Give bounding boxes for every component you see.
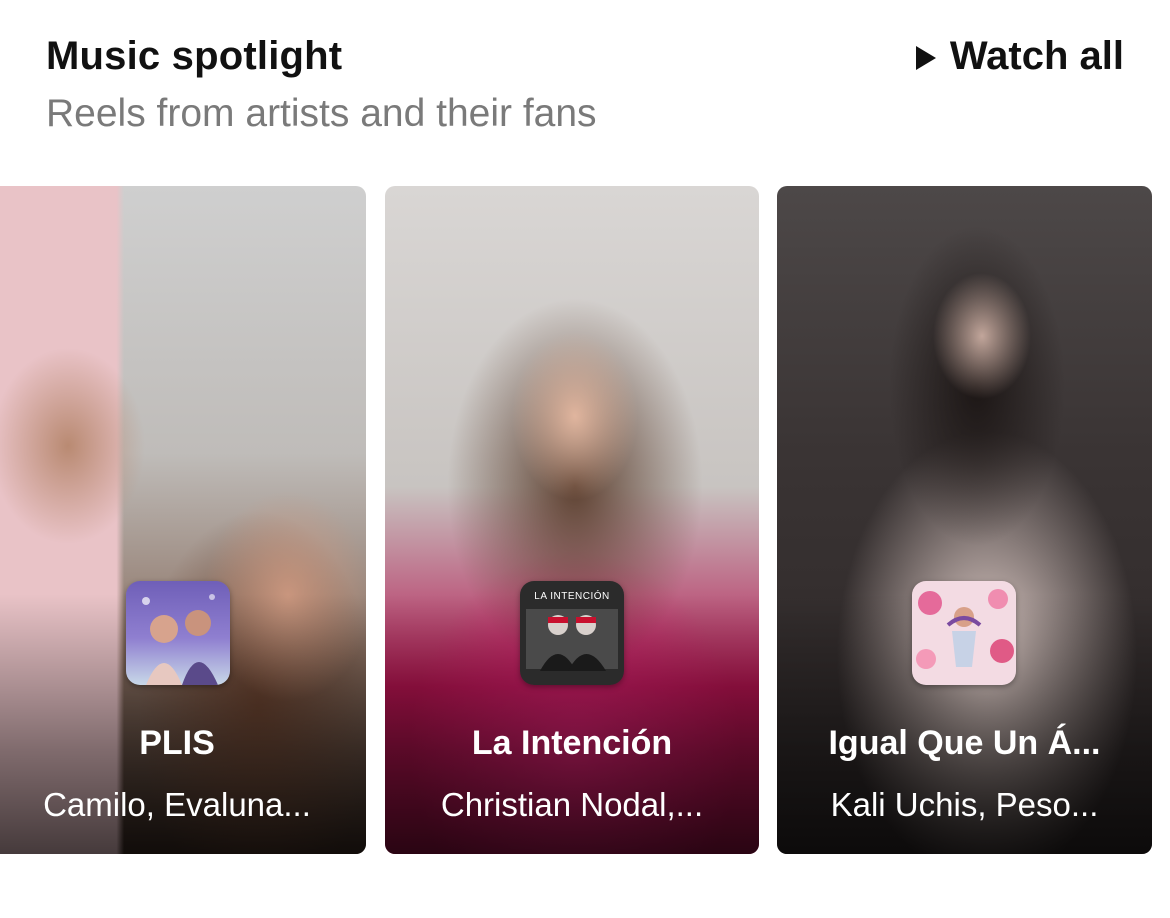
reel-card[interactable]: LA INTENCIÓN La Intención Christian Noda… (385, 186, 759, 854)
artist-name: Christian Nodal,... (440, 786, 704, 823)
artist-name: Kali Uchis, Peso... (830, 786, 1099, 823)
reel-card[interactable]: Igual Que Un Á... Kali Uchis, Peso... (777, 186, 1152, 854)
section-subtitle: Reels from artists and their fans (46, 92, 597, 135)
song-title: La Intención (471, 724, 673, 762)
reels-carousel[interactable]: PLIS Camilo, Evaluna... LA INTENCIÓN La … (0, 186, 1170, 856)
section-title: Music spotlight (46, 34, 343, 78)
watch-all-button[interactable]: Watch all (915, 34, 1124, 79)
play-icon (915, 45, 936, 70)
album-cover-text: LA INTENCIÓN (534, 589, 609, 602)
artist-name: Camilo, Evaluna... (43, 786, 311, 823)
reel-card[interactable]: PLIS Camilo, Evaluna... (0, 186, 366, 854)
song-title: PLIS (139, 724, 215, 762)
album-cover: LA INTENCIÓN (520, 581, 624, 685)
album-cover (126, 581, 230, 685)
watch-all-label: Watch all (949, 34, 1124, 78)
section-header: Music spotlight Reels from artists and t… (0, 0, 1170, 180)
album-cover (912, 581, 1016, 685)
song-title: Igual Que Un Á... (828, 724, 1101, 762)
